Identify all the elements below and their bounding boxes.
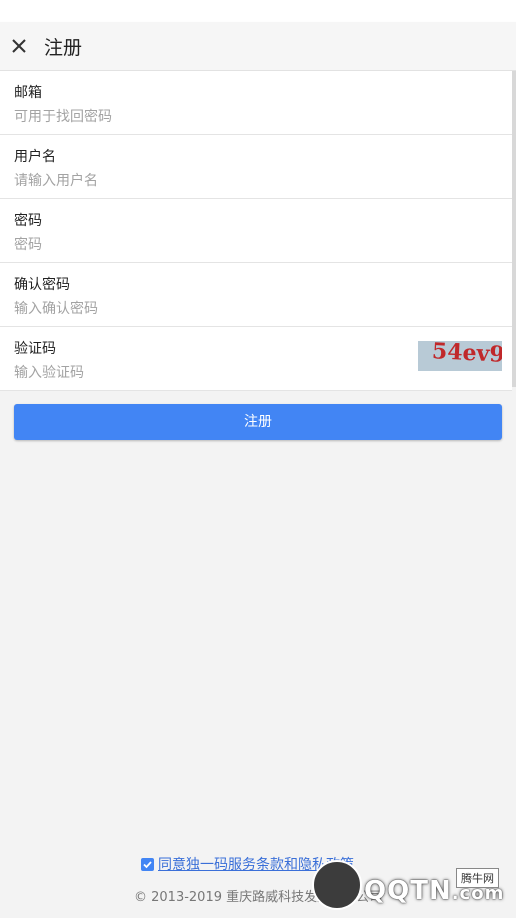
- close-button[interactable]: [4, 30, 36, 62]
- confirm-password-row: 确认密码: [0, 263, 512, 327]
- password-row: 密码: [0, 199, 512, 263]
- agreement-checkbox[interactable]: [141, 857, 154, 871]
- scroll-edge: [512, 71, 516, 387]
- watermark-logo-icon: [312, 860, 362, 910]
- username-field[interactable]: [14, 170, 404, 192]
- captcha-row: 验证码 54ev9: [0, 327, 512, 391]
- email-field[interactable]: [14, 106, 404, 128]
- check-icon: [143, 860, 152, 868]
- username-row: 用户名: [0, 135, 512, 199]
- page-title: 注册: [44, 37, 83, 59]
- email-row: 邮箱: [0, 71, 512, 135]
- watermark-brand: QQTN: [364, 876, 452, 906]
- captcha-label: 验证码: [14, 341, 56, 357]
- register-button[interactable]: 注册: [14, 404, 502, 440]
- toolbar: 注册: [0, 22, 516, 71]
- status-bar: [0, 0, 516, 22]
- register-form: 邮箱 用户名 密码 确认密码 验证码 54ev9: [0, 71, 512, 391]
- close-icon: [12, 39, 26, 53]
- captcha-field[interactable]: [14, 362, 404, 384]
- captcha-image-text: 54ev9: [431, 341, 502, 368]
- username-label: 用户名: [14, 149, 56, 165]
- captcha-image[interactable]: 54ev9: [418, 341, 502, 371]
- confirm-password-label: 确认密码: [14, 277, 70, 293]
- watermark: QQTN.com 腾牛网: [306, 858, 512, 916]
- email-label: 邮箱: [14, 85, 42, 101]
- password-label: 密码: [14, 213, 42, 229]
- password-field[interactable]: [14, 234, 404, 256]
- watermark-badge: 腾牛网: [456, 868, 499, 888]
- confirm-password-field[interactable]: [14, 298, 404, 320]
